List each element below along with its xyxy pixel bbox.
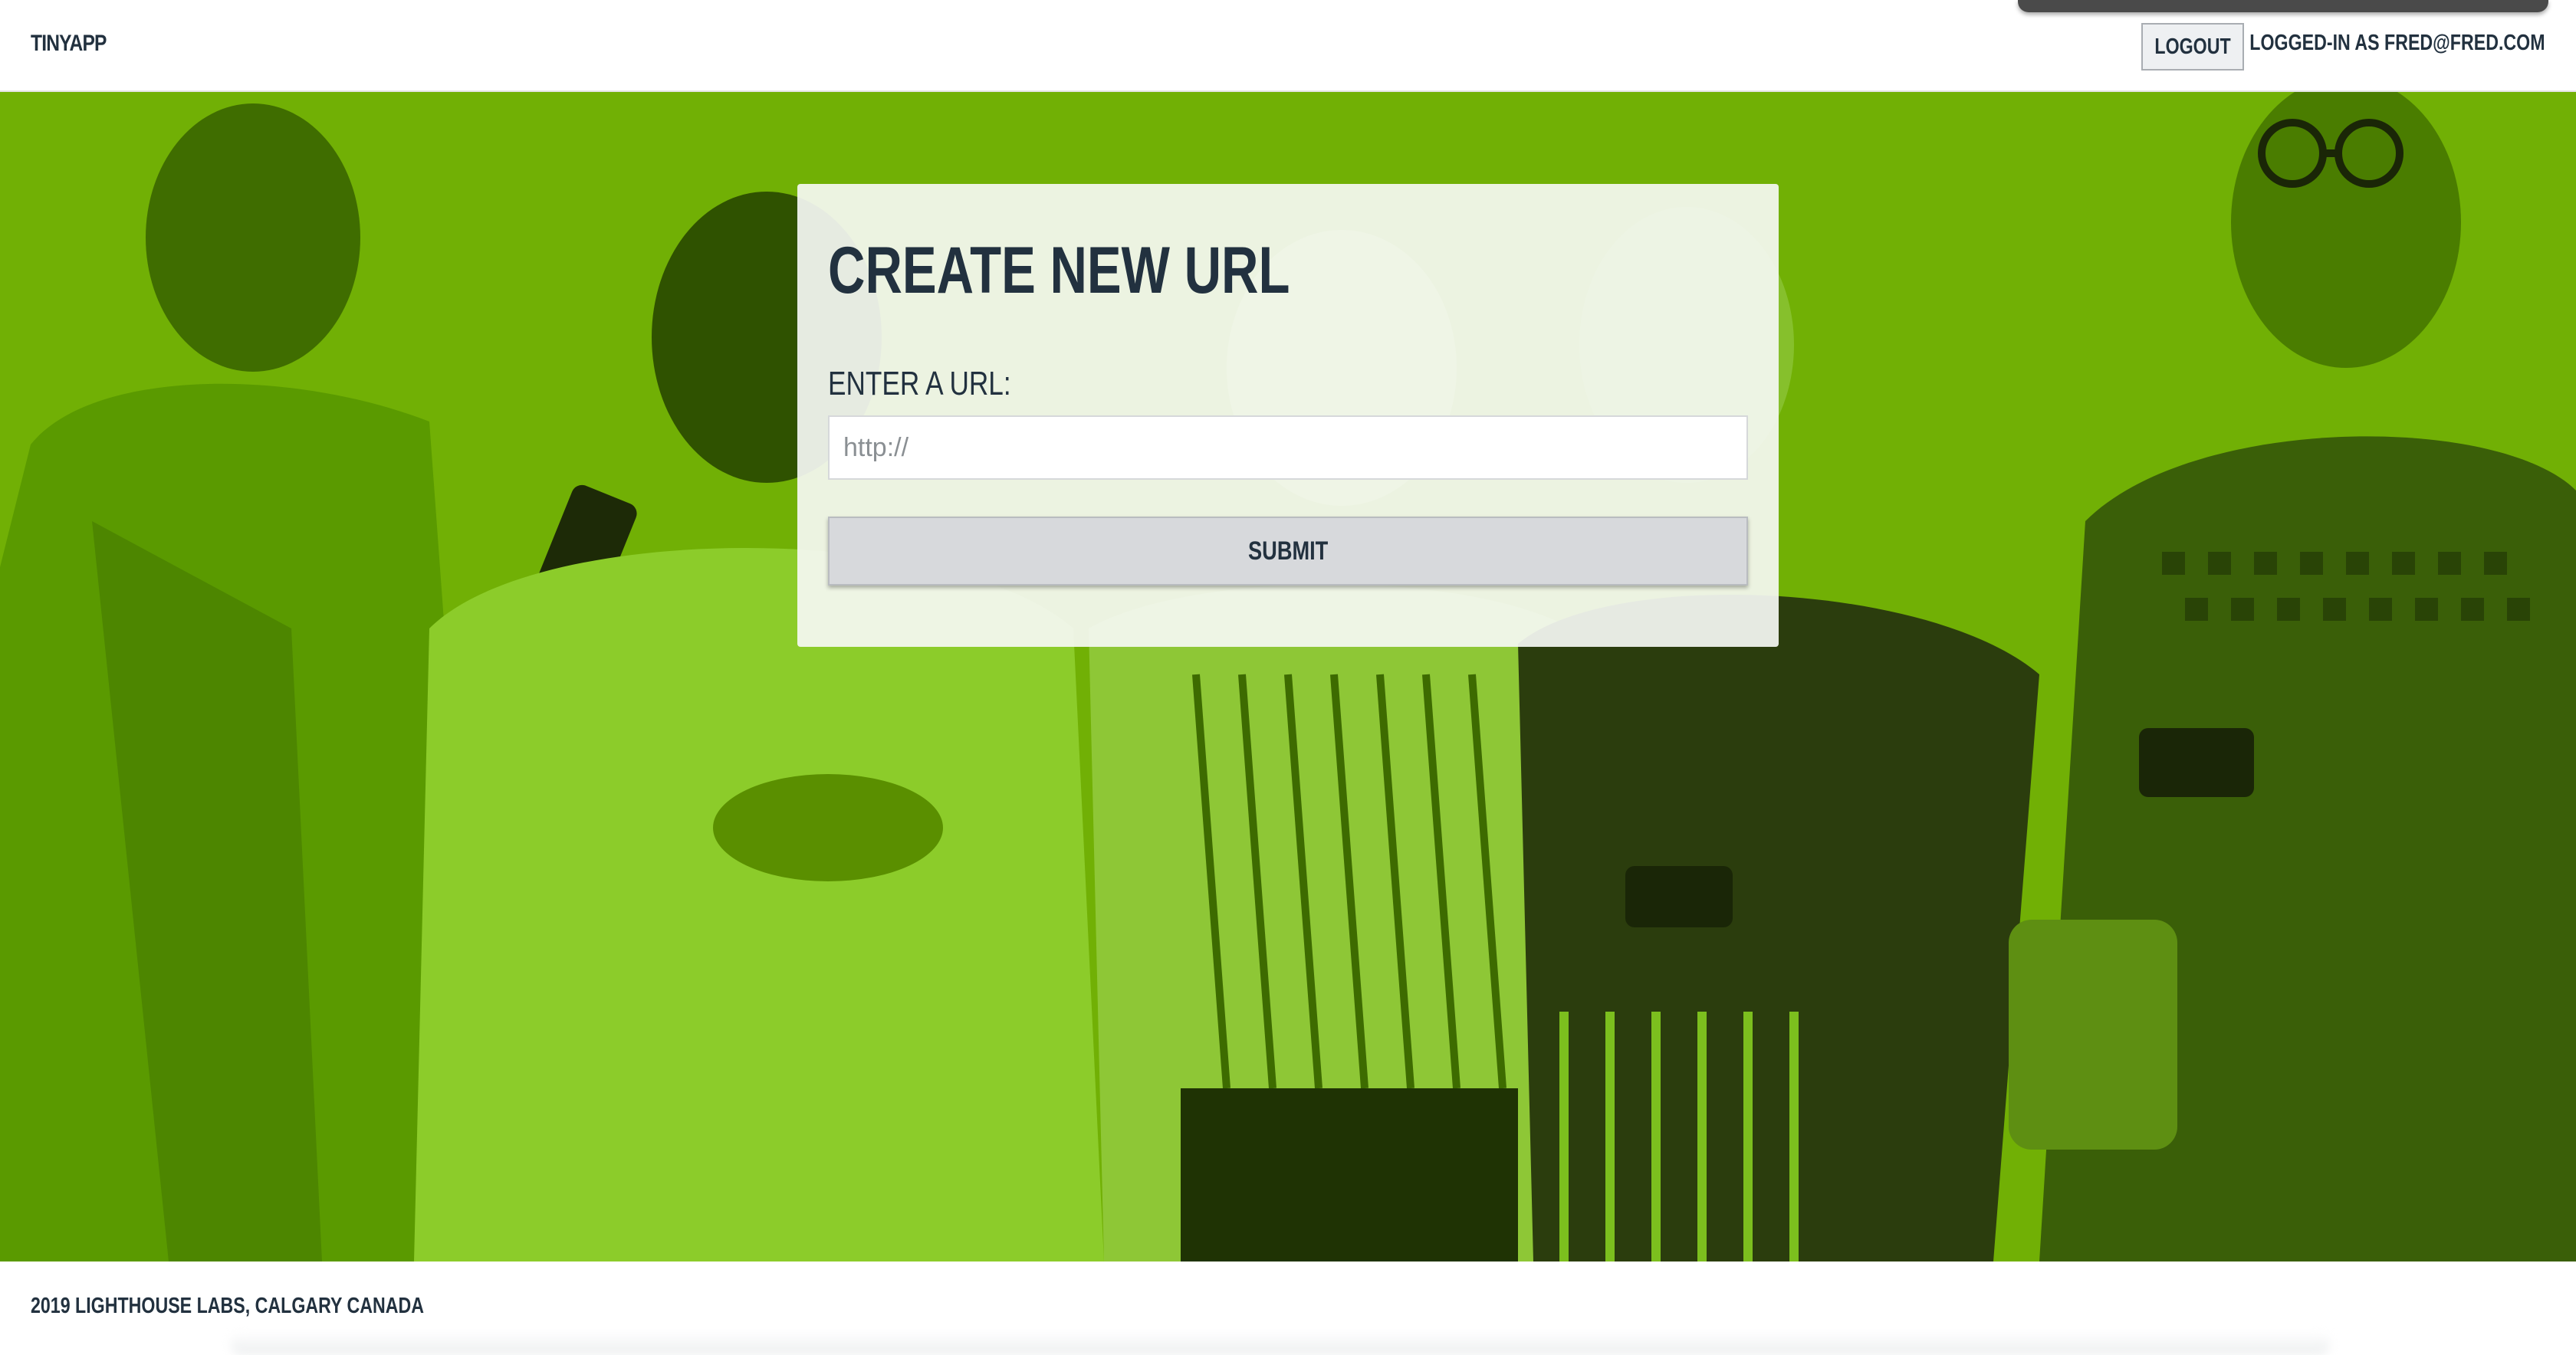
logged-in-user-label: LOGGED-IN AS FRED@FRED.COM — [2249, 31, 2545, 55]
top-navbar: TINYAPP LOGOUT LOGGED-IN AS FRED@FRED.CO… — [0, 0, 2576, 92]
page-footer: 2019 LIGHTHOUSE LABS, CALGARY CANADA — [0, 1261, 2576, 1355]
footer-copyright: 2019 LIGHTHOUSE LABS, CALGARY CANADA — [31, 1294, 425, 1318]
submit-label: SUBMIT — [1247, 536, 1329, 566]
submit-button[interactable]: SUBMIT — [828, 517, 1748, 586]
logout-button[interactable]: LOGOUT — [2141, 23, 2244, 71]
url-field-label: ENTER A URL: — [828, 365, 1011, 402]
page-title: CREATE NEW URL — [828, 234, 1290, 307]
logout-label: LOGOUT — [2154, 34, 2231, 59]
create-url-card: CREATE NEW URL ENTER A URL: SUBMIT — [797, 184, 1779, 647]
brand-logo[interactable]: TINYAPP — [31, 31, 107, 57]
url-input[interactable] — [828, 415, 1748, 480]
overlay-tab — [2018, 0, 2548, 12]
